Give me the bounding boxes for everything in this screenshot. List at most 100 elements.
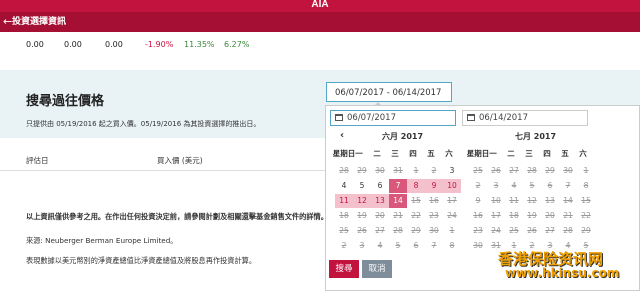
calendar-day[interactable]: 7 [389, 179, 407, 193]
calendar-day[interactable]: 10 [443, 179, 461, 193]
calendar-day: 19 [357, 211, 367, 220]
calendar-day: 28 [393, 226, 403, 235]
start-date-input[interactable]: 06/07/2017 [330, 110, 456, 126]
weekday-header: 三 [391, 149, 399, 158]
page-title: 投資選擇資訊 [12, 17, 67, 27]
chevron-left-icon[interactable]: ‹ [340, 130, 344, 141]
left-month-title: 六月 2017 [382, 132, 424, 141]
calendar-day: 29 [581, 226, 591, 235]
column-header-date: 評估日 [26, 156, 49, 165]
weekday-header: 五 [427, 149, 435, 158]
calendar-day: 23 [429, 211, 439, 220]
table-divider [0, 170, 330, 171]
calendar-day: 31 [393, 166, 403, 175]
calendar-day: 3 [493, 181, 499, 190]
search-button[interactable]: 搜尋 [329, 260, 359, 278]
weekday-header: 二 [507, 149, 515, 158]
calendar-day: 26 [491, 166, 501, 175]
watermark-url: www.hkinsu.com [505, 266, 620, 280]
start-date-value: 06/07/2017 [347, 113, 396, 123]
calendar-day: 5 [395, 241, 401, 250]
calendar-day: 1 [583, 166, 589, 175]
weekday-header: 三 [525, 149, 533, 158]
calendar-day: 2 [341, 241, 347, 250]
weekday-header: 二 [373, 149, 381, 158]
calendar-day: 30 [563, 166, 573, 175]
calendar-day[interactable]: 14 [389, 194, 407, 208]
calendar-day: 25 [509, 226, 519, 235]
calendar-day: 12 [527, 196, 537, 205]
end-date-input[interactable]: 06/14/2017 [462, 110, 588, 126]
calendar-day: 27 [509, 166, 519, 175]
perf-value-positive: 6.27% [224, 40, 250, 49]
calendar-day: 7 [565, 181, 571, 190]
calendar-day: 8 [449, 241, 455, 250]
calendar-day: 29 [357, 166, 367, 175]
brand-logo-text: AIA [311, 0, 329, 10]
calendar-day[interactable]: 8 [407, 179, 425, 193]
calendar-day: 24 [491, 226, 501, 235]
calendar-day: 30 [473, 241, 483, 250]
calendar-day: 28 [563, 226, 573, 235]
weekday-header: 一 [489, 149, 497, 158]
calendar-day: 18 [339, 211, 349, 220]
date-range-input[interactable]: 06/07/2017 - 06/14/2017 [326, 82, 452, 102]
calendar-day: 28 [339, 166, 349, 175]
perf-value-negative: -1.90% [145, 40, 174, 49]
calendar-day: 10 [491, 196, 501, 205]
calendar-day: 7 [431, 241, 437, 250]
calendar-day: 1 [413, 166, 419, 175]
calendar-day[interactable]: 6 [371, 179, 389, 193]
calendar-day: 21 [393, 211, 403, 220]
calendar-day[interactable]: 11 [335, 194, 353, 208]
column-header-price: 買入價 (美元) [157, 156, 203, 165]
calendar-day[interactable]: 9 [425, 179, 443, 193]
cancel-button[interactable]: 取消 [362, 260, 392, 278]
perf-value: 0.00 [64, 40, 82, 49]
calendar-day: 30 [429, 226, 439, 235]
calendar-day: 24 [447, 211, 457, 220]
calendar-day: 26 [357, 226, 367, 235]
calendar-day: 29 [411, 226, 421, 235]
calendar-day: 5 [529, 181, 535, 190]
calendar-day: 25 [473, 166, 483, 175]
weekday-header: 六 [445, 149, 453, 158]
perf-value: 0.00 [105, 40, 123, 49]
calendar-day: 18 [509, 211, 519, 220]
calendar-day[interactable]: 12 [353, 194, 371, 208]
calendar-day: 6 [413, 241, 419, 250]
perf-value-positive: 11.35% [184, 40, 215, 49]
calendar-day: 14 [563, 196, 573, 205]
weekday-header: 四 [409, 149, 417, 158]
top-brand-bar: AIA [0, 0, 640, 12]
calendar-day[interactable]: 13 [371, 194, 389, 208]
search-section-title: 搜尋過往價格 [26, 94, 105, 109]
calendar-day: 17 [491, 211, 501, 220]
calendar-day: 19 [527, 211, 537, 220]
performance-note-text: 表現數據以美元幣別的淨資產總值比淨資產總值及將股息再作投資計算。 [26, 256, 257, 265]
calendar-day: 6 [547, 181, 553, 190]
calendar-day: 2 [431, 166, 437, 175]
calendar-day: 2 [475, 181, 481, 190]
right-month-title: 七月 2017 [515, 132, 557, 141]
calendar-day: 29 [545, 166, 555, 175]
calendar-day: 17 [447, 196, 457, 205]
calendar-day: 28 [527, 166, 537, 175]
calendar-day: 23 [473, 226, 483, 235]
calendar-day: 11 [509, 196, 519, 205]
calendar-day: 30 [375, 166, 385, 175]
calendar-day[interactable]: 5 [353, 179, 371, 193]
calendar-day: 13 [545, 196, 555, 205]
calendar-day: 27 [375, 226, 385, 235]
calendar-day[interactable]: 4 [335, 179, 353, 193]
calendar-day: 20 [545, 211, 555, 220]
calendar-day[interactable]: 3 [443, 164, 461, 178]
calendar-day: 16 [473, 211, 483, 220]
weekday-header: 一 [355, 149, 363, 158]
calendar-day: 15 [411, 196, 421, 205]
calendar-day: 25 [339, 226, 349, 235]
calendar-day: 27 [545, 226, 555, 235]
calendar-day: 21 [563, 211, 573, 220]
back-arrow-icon[interactable]: ← [3, 12, 12, 32]
calendar-day: 1 [449, 226, 455, 235]
